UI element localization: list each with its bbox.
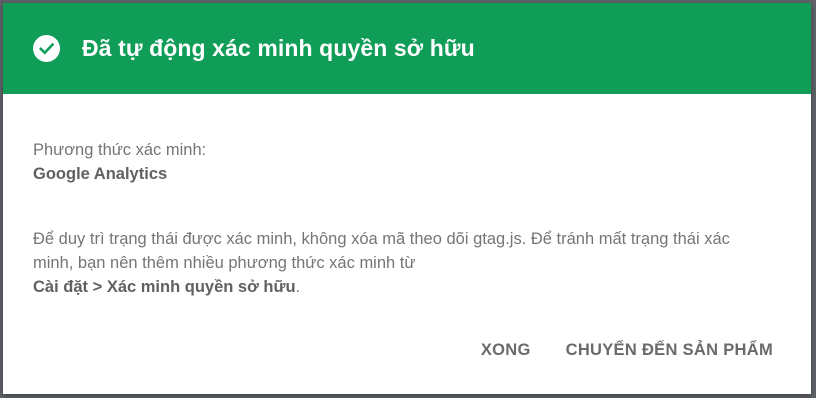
dialog-header: Đã tự động xác minh quyền sở hữu <box>3 3 811 94</box>
dialog-content: Phương thức xác minh: Google Analytics Đ… <box>3 94 811 299</box>
verification-dialog: Đã tự động xác minh quyền sở hữu Phương … <box>3 3 811 394</box>
settings-path: Cài đặt > Xác minh quyền sở hữu <box>33 278 296 296</box>
note-text: Để duy trì trạng thái được xác minh, khô… <box>33 230 730 272</box>
verification-method-value: Google Analytics <box>33 165 168 183</box>
dialog-title: Đã tự động xác minh quyền sở hữu <box>82 35 475 61</box>
dialog-actions: XONG CHUYỂN ĐẾN SẢN PHẨM <box>481 341 773 360</box>
verification-method-label: Phương thức xác minh: <box>33 141 207 159</box>
done-button[interactable]: XONG <box>481 341 531 360</box>
check-circle-icon <box>33 35 60 62</box>
verification-note: Để duy trì trạng thái được xác minh, khô… <box>33 227 773 299</box>
note-end: . <box>295 278 301 296</box>
go-to-property-button[interactable]: CHUYỂN ĐẾN SẢN PHẨM <box>566 341 773 360</box>
